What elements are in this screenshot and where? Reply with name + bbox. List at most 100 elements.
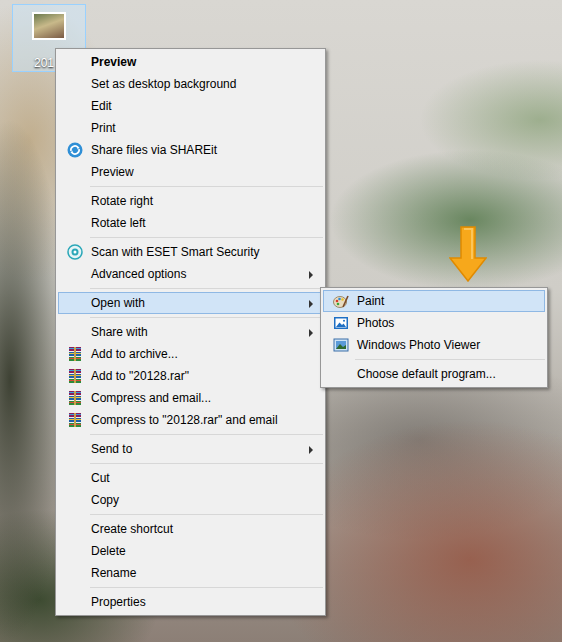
- menu-item-highlight[interactable]: Rename: [58, 562, 323, 584]
- menu-item-highlight[interactable]: Paint: [323, 290, 545, 312]
- menu-item-highlight[interactable]: Share with: [58, 321, 323, 343]
- menu-item[interactable]: Share with: [58, 321, 323, 343]
- archive-icon: [67, 390, 83, 406]
- menu-item[interactable]: Delete: [58, 540, 323, 562]
- menu-item-label: Delete: [91, 543, 322, 559]
- menu-item-highlight[interactable]: Advanced options: [58, 263, 323, 285]
- menu-item-label: Paint: [357, 293, 544, 309]
- down-arrow-icon: [449, 226, 487, 282]
- menu-item-highlight[interactable]: Choose default program...: [323, 363, 545, 385]
- menu-item[interactable]: Advanced options: [58, 263, 323, 285]
- menu-item-highlight[interactable]: Open with: [58, 292, 323, 314]
- menu-separator: [58, 584, 323, 591]
- menu-item-gutter: [59, 390, 91, 406]
- menu-item-label: Cut: [91, 470, 322, 486]
- menu-item-gutter: [59, 412, 91, 428]
- menu-item-label: Properties: [91, 594, 322, 610]
- menu-item-highlight[interactable]: Preview: [58, 51, 323, 73]
- menu-item-label: Choose default program...: [357, 366, 544, 382]
- menu-item-gutter: [59, 244, 91, 260]
- menu-item[interactable]: Rename: [58, 562, 323, 584]
- menu-item[interactable]: Rotate right: [58, 190, 323, 212]
- menu-item-gutter: [324, 293, 357, 309]
- menu-item-highlight[interactable]: Copy: [58, 489, 323, 511]
- menu-item-label: Copy: [91, 492, 322, 508]
- menu-item[interactable]: Scan with ESET Smart Security: [58, 241, 323, 263]
- menu-item[interactable]: Open with: [58, 292, 323, 314]
- menu-item-label: Add to "20128.rar": [91, 368, 322, 384]
- menu-item-label: Compress and email...: [91, 390, 322, 406]
- separator-line: [90, 186, 323, 187]
- menu-separator: [58, 183, 323, 190]
- menu-item[interactable]: Cut: [58, 467, 323, 489]
- menu-item-highlight[interactable]: Cut: [58, 467, 323, 489]
- antivirus-icon: [67, 244, 83, 260]
- menu-item-highlight[interactable]: Photos: [323, 312, 545, 334]
- menu-item[interactable]: Edit: [58, 95, 323, 117]
- menu-item[interactable]: Preview: [58, 51, 323, 73]
- archive-icon: [67, 346, 83, 362]
- photo-viewer-icon: [333, 337, 349, 353]
- menu-item-label: Rename: [91, 565, 322, 581]
- menu-item-highlight[interactable]: Compress to "20128.rar" and email: [58, 409, 323, 431]
- menu-item-highlight[interactable]: Add to archive...: [58, 343, 323, 365]
- separator-line: [90, 288, 323, 289]
- menu-separator: [323, 356, 545, 363]
- share-icon: [67, 142, 83, 158]
- menu-item-label: Advanced options: [91, 266, 322, 282]
- menu-item-highlight[interactable]: Edit: [58, 95, 323, 117]
- paint-icon: [333, 293, 349, 309]
- menu-item-label: Share with: [91, 324, 322, 340]
- menu-item[interactable]: Create shortcut: [58, 518, 323, 540]
- menu-item-highlight[interactable]: Windows Photo Viewer: [323, 334, 545, 356]
- menu-item-label: Create shortcut: [91, 521, 322, 537]
- menu-item-label: Set as desktop background: [91, 76, 322, 92]
- menu-item[interactable]: Choose default program...: [323, 363, 545, 385]
- menu-item[interactable]: Print: [58, 117, 323, 139]
- submenu-arrow-icon: [309, 300, 313, 308]
- menu-item-label: Send to: [91, 441, 322, 457]
- menu-separator: [58, 314, 323, 321]
- menu-item[interactable]: Compress to "20128.rar" and email: [58, 409, 323, 431]
- menu-item-highlight[interactable]: Share files via SHAREit: [58, 139, 323, 161]
- separator-line: [90, 463, 323, 464]
- menu-item-label: Rotate right: [91, 193, 322, 209]
- menu-item[interactable]: Photos: [323, 312, 545, 334]
- menu-item[interactable]: Compress and email...: [58, 387, 323, 409]
- menu-item[interactable]: Add to archive...: [58, 343, 323, 365]
- menu-item-highlight[interactable]: Compress and email...: [58, 387, 323, 409]
- separator-line: [90, 317, 323, 318]
- menu-item-highlight[interactable]: Preview: [58, 161, 323, 183]
- menu-separator: [58, 460, 323, 467]
- menu-separator: [58, 511, 323, 518]
- menu-item[interactable]: Add to "20128.rar": [58, 365, 323, 387]
- menu-item-highlight[interactable]: Create shortcut: [58, 518, 323, 540]
- menu-item[interactable]: Windows Photo Viewer: [323, 334, 545, 356]
- archive-icon: [67, 368, 83, 384]
- menu-item-highlight[interactable]: Send to: [58, 438, 323, 460]
- menu-item-label: Rotate left: [91, 215, 322, 231]
- menu-item-highlight[interactable]: Scan with ESET Smart Security: [58, 241, 323, 263]
- menu-item[interactable]: Properties: [58, 591, 323, 613]
- menu-item[interactable]: Set as desktop background: [58, 73, 323, 95]
- submenu-arrow-icon: [309, 271, 313, 279]
- file-name: 201: [13, 56, 54, 70]
- menu-item[interactable]: Rotate left: [58, 212, 323, 234]
- menu-item[interactable]: Paint: [323, 290, 545, 312]
- menu-item-label: Windows Photo Viewer: [357, 337, 544, 353]
- menu-item-highlight[interactable]: Print: [58, 117, 323, 139]
- menu-item-highlight[interactable]: Rotate right: [58, 190, 323, 212]
- menu-item-highlight[interactable]: Properties: [58, 591, 323, 613]
- menu-item-highlight[interactable]: Rotate left: [58, 212, 323, 234]
- menu-item-highlight[interactable]: Delete: [58, 540, 323, 562]
- menu-item-highlight[interactable]: Add to "20128.rar": [58, 365, 323, 387]
- menu-item[interactable]: Preview: [58, 161, 323, 183]
- menu-item-highlight[interactable]: Set as desktop background: [58, 73, 323, 95]
- menu-item[interactable]: Copy: [58, 489, 323, 511]
- menu-item-label: Preview: [91, 164, 322, 180]
- menu-item[interactable]: Share files via SHAREit: [58, 139, 323, 161]
- menu-item-label: Preview: [91, 54, 322, 70]
- menu-item[interactable]: Send to: [58, 438, 323, 460]
- menu-item-label: Edit: [91, 98, 322, 114]
- menu-item-gutter: [59, 346, 91, 362]
